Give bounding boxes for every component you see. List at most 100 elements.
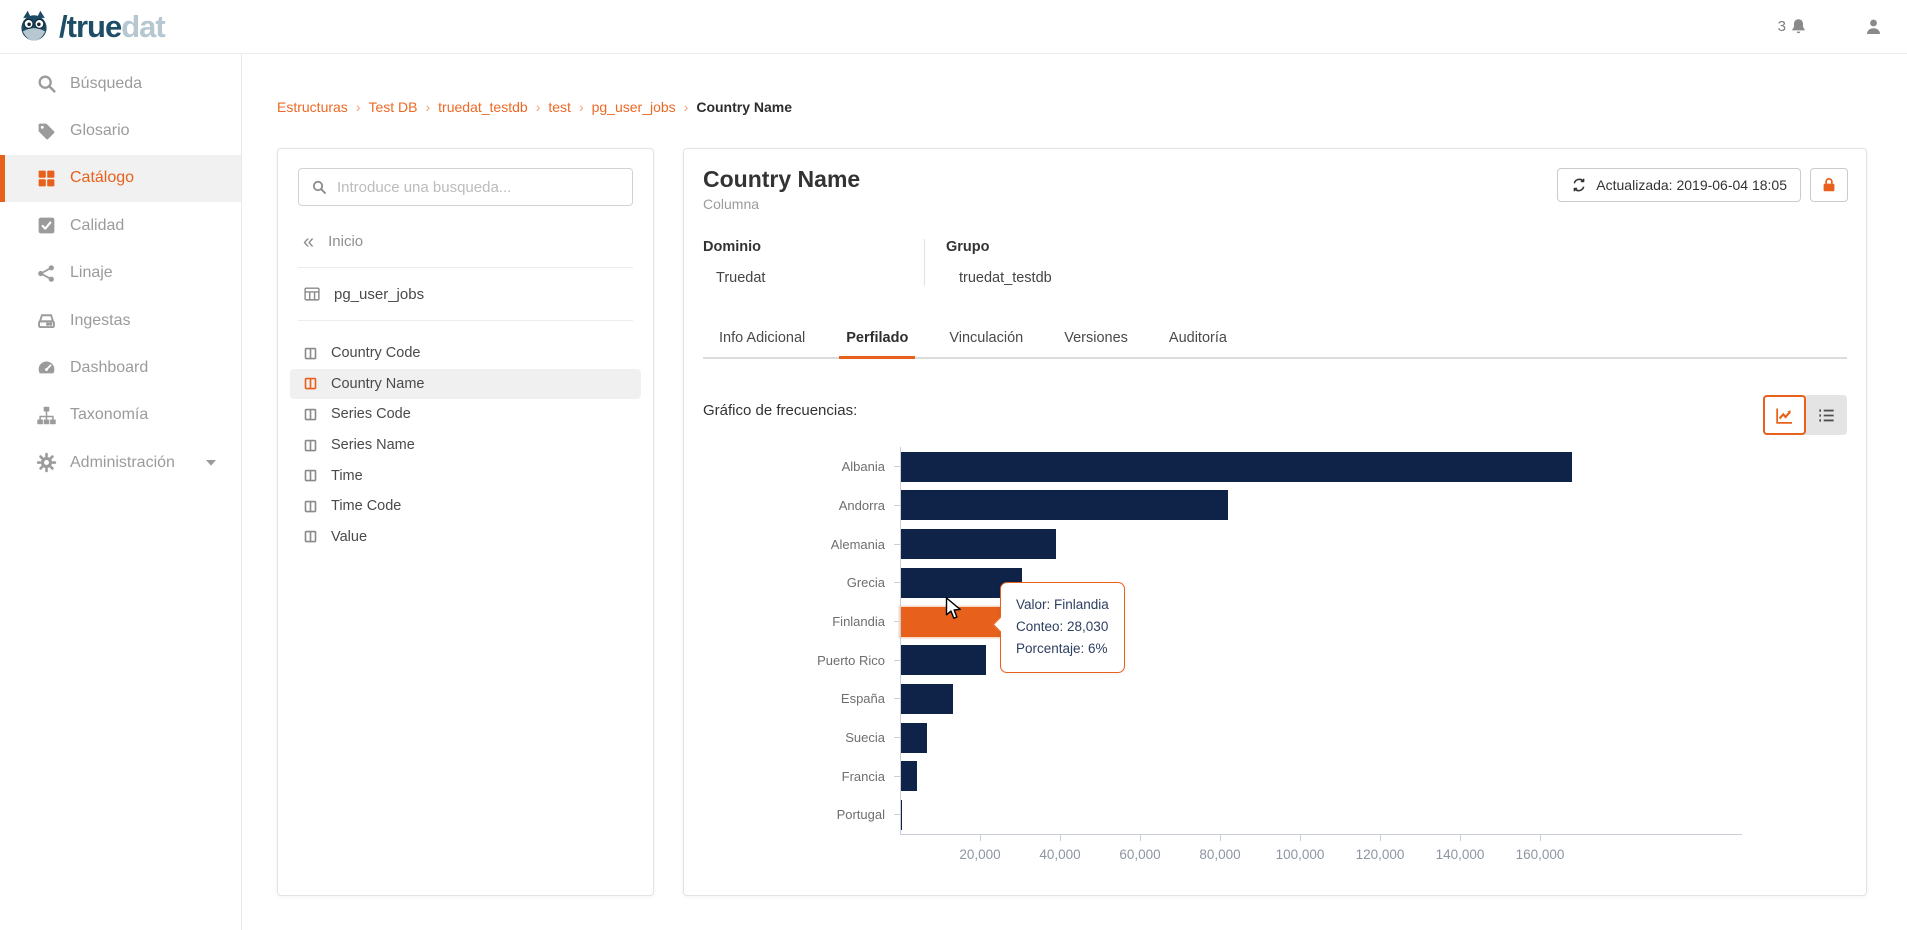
- column-item-country-code[interactable]: Country Code: [290, 338, 641, 369]
- table-item[interactable]: pg_user_jobs: [278, 285, 653, 303]
- structure-type-label: Columna: [703, 196, 760, 213]
- chart-bar-alemania[interactable]: [900, 529, 1056, 560]
- field-value-grupo: truedat_testdb: [959, 270, 1052, 287]
- column-label: Time: [331, 467, 363, 484]
- field-value-dominio: Truedat: [716, 270, 766, 287]
- owl-logo-icon: [16, 8, 52, 46]
- user-menu-button[interactable]: [1864, 17, 1883, 36]
- sidebar-item-label: Calidad: [70, 216, 125, 234]
- sidebar-item-calidad[interactable]: Calidad: [0, 202, 241, 249]
- breadcrumb-separator: ›: [683, 99, 689, 115]
- chart-row-grecia: Grecia: [703, 564, 1572, 603]
- divider: [298, 320, 633, 321]
- column-item-series-name[interactable]: Series Name: [290, 430, 641, 461]
- column-label: Series Code: [331, 406, 411, 423]
- chart-bar-andorra[interactable]: [900, 490, 1228, 521]
- x-axis-tick-label: 120,000: [1355, 847, 1405, 863]
- sidebar-item-label: Administración: [70, 453, 175, 471]
- field-label-dominio: Dominio: [703, 239, 761, 256]
- lock-icon: [1820, 176, 1838, 194]
- structure-browser-panel: « Inicio pg_user_jobs Country CodeCountr…: [277, 148, 654, 896]
- tab-versiones[interactable]: Versiones: [1057, 324, 1135, 357]
- breadcrumb-separator: ›: [578, 99, 584, 115]
- x-axis-tick: [980, 835, 981, 842]
- breadcrumb-link-test-db[interactable]: Test DB: [368, 99, 417, 115]
- sidebar-item-catalogo[interactable]: Catálogo: [0, 154, 241, 203]
- grid-icon: [36, 168, 57, 189]
- tab-vinculacion[interactable]: Vinculación: [942, 324, 1030, 357]
- notification-count: 3: [1777, 18, 1786, 35]
- column-icon: [303, 438, 318, 453]
- breadcrumb-link-pg-user-jobs[interactable]: pg_user_jobs: [592, 99, 676, 115]
- list-view-toggle[interactable]: [1804, 395, 1847, 436]
- breadcrumb: Estructuras › Test DB › truedat_testdb › test ›…: [277, 99, 792, 115]
- column-item-time-code[interactable]: Time Code: [290, 491, 641, 522]
- column-item-time[interactable]: Time: [290, 460, 641, 491]
- tab-perfilado[interactable]: Perfilado: [839, 324, 916, 360]
- x-axis-tick: [1460, 835, 1461, 842]
- chart-row-suecia: Suecia: [703, 718, 1572, 757]
- column-label: Country Name: [331, 375, 425, 392]
- column-label: Series Name: [331, 437, 415, 454]
- x-axis-tick-label: 80,000: [1199, 847, 1241, 863]
- breadcrumb-link-test[interactable]: test: [548, 99, 571, 115]
- x-axis-tick: [1540, 835, 1541, 842]
- breadcrumb-link-truedat-testdb[interactable]: truedat_testdb: [438, 99, 528, 115]
- column-icon: [303, 346, 318, 361]
- metadata-fields: Dominio Truedat Grupo truedat_testdb: [703, 239, 1866, 287]
- refresh-metadata-button[interactable]: Actualizada: 2019-06-04 18:05: [1557, 168, 1801, 202]
- tab-auditoria[interactable]: Auditoría: [1162, 324, 1234, 357]
- tooltip-conteo: Conteo: 28,030: [1016, 619, 1109, 634]
- tab-info-adicional[interactable]: Info Adicional: [712, 324, 812, 357]
- chart-category-label: Suecia: [845, 730, 885, 746]
- chart-row-finlandia: Finlandia: [703, 602, 1572, 641]
- structure-search-box: [298, 168, 633, 206]
- sidebar-item-administracion[interactable]: Administración: [0, 439, 241, 486]
- sidebar-item-taxonomia[interactable]: Taxonomía: [0, 392, 241, 439]
- double-chevron-left-icon: «: [303, 230, 315, 253]
- chart-view-toggle[interactable]: [1763, 395, 1806, 436]
- sidebar-item-ingestas[interactable]: Ingestas: [0, 297, 241, 344]
- search-input[interactable]: [337, 178, 620, 196]
- notifications-button[interactable]: 3: [1778, 17, 1808, 36]
- chart-row-portugal: Portugal: [703, 796, 1572, 835]
- column-icon: [303, 407, 318, 422]
- column-item-country-name[interactable]: Country Name: [290, 368, 641, 400]
- chart-category-label: Finlandia: [832, 614, 885, 630]
- column-icon: [303, 376, 318, 391]
- sidebar-item-glosario[interactable]: Glosario: [0, 107, 241, 154]
- chart-row-espana: España: [703, 680, 1572, 719]
- truedat-logo[interactable]: /truedat: [16, 8, 166, 46]
- column-item-value[interactable]: Value: [290, 522, 641, 553]
- field-label-grupo: Grupo: [946, 239, 990, 256]
- chart-bar-espana[interactable]: [900, 683, 954, 714]
- back-to-home[interactable]: « Inicio: [303, 230, 653, 253]
- header-actions: 3: [1778, 17, 1891, 36]
- sidebar-item-dashboard[interactable]: Dashboard: [0, 344, 241, 391]
- gauge-icon: [36, 358, 57, 379]
- check-square-icon: [36, 215, 57, 236]
- breadcrumb-separator: ›: [535, 99, 541, 115]
- column-item-series-code[interactable]: Series Code: [290, 399, 641, 430]
- chart-row-francia: Francia: [703, 757, 1572, 796]
- sidebar-item-linaje[interactable]: Linaje: [0, 250, 241, 297]
- chart-row-puerto-rico: Puerto Rico: [703, 641, 1572, 680]
- chart-category-label: Albania: [841, 459, 885, 475]
- drive-icon: [36, 310, 57, 331]
- chart-bar-francia[interactable]: [900, 761, 918, 792]
- chart-bar-puerto-rico[interactable]: [900, 645, 986, 676]
- app-header: /truedat 3: [0, 0, 1907, 54]
- column-list: Country Code Country Name Series Code Serie…: [278, 338, 653, 552]
- sidebar-item-busqueda[interactable]: Búsqueda: [0, 60, 241, 107]
- share-icon: [36, 263, 57, 284]
- column-icon: [303, 468, 318, 483]
- chart-category-label: Portugal: [836, 807, 885, 823]
- chart-bar-suecia[interactable]: [900, 722, 928, 753]
- breadcrumb-link-estructuras[interactable]: Estructuras: [277, 99, 348, 115]
- chart-bar-albania[interactable]: [900, 451, 1572, 482]
- list-icon: [1816, 405, 1837, 426]
- sidebar-item-label: Dashboard: [70, 359, 149, 377]
- frequency-chart-title: Gráfico de frecuencias:: [703, 402, 858, 420]
- table-icon: [303, 285, 321, 303]
- confidential-lock-button[interactable]: [1810, 168, 1848, 202]
